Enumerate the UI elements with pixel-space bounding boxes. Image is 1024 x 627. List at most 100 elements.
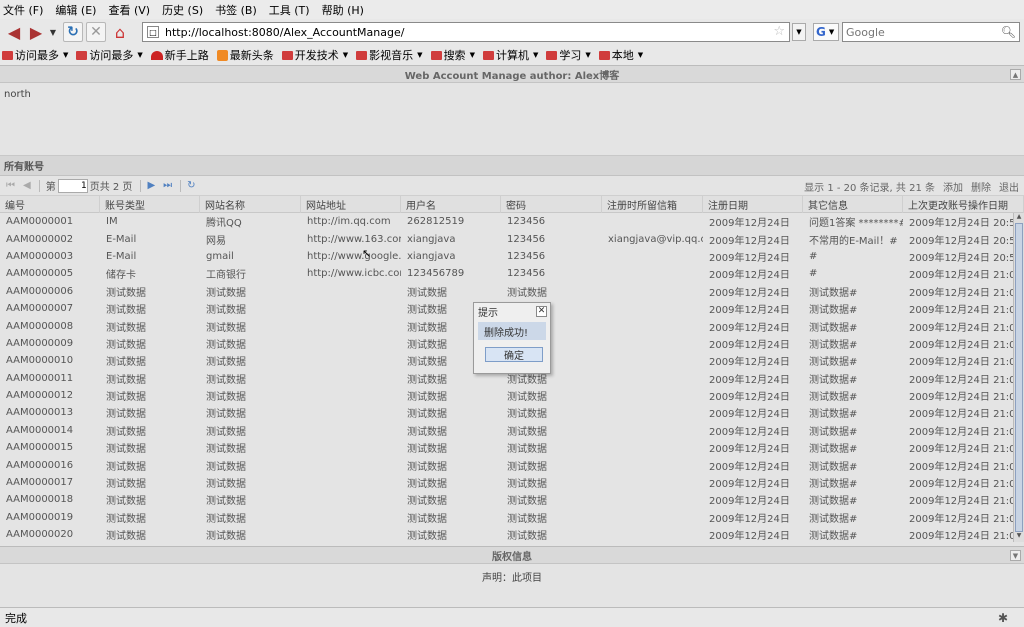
close-icon[interactable]: ✕	[536, 306, 547, 317]
next-page-icon[interactable]: ▶	[147, 180, 155, 191]
bookmark-item[interactable]: 计算机 ▼	[482, 47, 538, 63]
table-cell: AAM0000006	[6, 285, 74, 297]
north-panel-header: Web Account Manage author: Alex博客 ▲	[0, 66, 1024, 83]
column-header[interactable]: 网站地址	[301, 196, 401, 213]
scrollbar-thumb[interactable]	[1015, 223, 1023, 532]
table-cell: 不常用的E-Mail！#	[809, 235, 898, 247]
table-row[interactable]: AAM0000016 测试数据 测试数据 测试数据 测试数据 2009年12月24日 测试数…	[0, 456, 1024, 473]
table-cell: 2009年12月24日	[709, 426, 790, 438]
search-input[interactable]	[846, 25, 996, 39]
table-cell: 测试数据	[206, 531, 246, 542]
table-row[interactable]: AAM0000013 测试数据 测试数据 测试数据 测试数据 2009年12月24日 测试数…	[0, 404, 1024, 421]
url-text[interactable]: http://localhost:8080/Alex_AccountManage…	[165, 26, 404, 39]
table-cell: 2009年12月24日	[709, 479, 790, 491]
bookmark-star-icon[interactable]: ☆	[773, 24, 785, 39]
menu-item[interactable]: 文件 (F)	[3, 2, 43, 18]
scroll-up-icon[interactable]: ▲	[1014, 213, 1024, 223]
table-row[interactable]: AAM0000012 测试数据 测试数据 测试数据 测试数据 2009年12月24日 测试数…	[0, 387, 1024, 404]
delete-button[interactable]: 删除	[971, 179, 991, 194]
scroll-down-icon[interactable]: ▼	[1014, 532, 1024, 542]
table-row[interactable]: AAM0000001 IM 腾讯QQ http://im.qq.com 26281251…	[0, 213, 1024, 230]
menu-item[interactable]: 工具 (T)	[269, 2, 310, 18]
south-panel-body: 声明：此项目	[482, 573, 542, 584]
table-row[interactable]: AAM0000018 测试数据 测试数据 测试数据 测试数据 2009年12月24日 测试数…	[0, 491, 1024, 508]
table-cell: AAM0000007	[6, 303, 74, 315]
table-cell: 测试数据#	[809, 409, 858, 421]
ok-button[interactable]: 确定	[485, 347, 543, 362]
table-cell: http://www.icbc.com.cn	[307, 268, 401, 280]
table-cell: 测试数据	[106, 409, 146, 421]
table-row[interactable]: AAM0000020 测试数据 测试数据 测试数据 测试数据 2009年12月24日 测试数…	[0, 526, 1024, 542]
column-header[interactable]: 用户名	[401, 196, 501, 213]
back-arrow-icon[interactable]: ◀	[3, 21, 25, 43]
bookmark-item[interactable]: 最新头条	[216, 47, 274, 63]
exit-button[interactable]: 退出	[999, 179, 1019, 194]
table-cell: 2009年12月24日 21:0	[909, 531, 1016, 542]
search-icon[interactable]: 🔍︎	[1001, 25, 1016, 39]
bookmark-item[interactable]: 学习 ▼	[546, 47, 591, 63]
bookmark-item[interactable]: 影视音乐 ▼	[356, 47, 423, 63]
table-cell: 测试数据	[407, 461, 447, 473]
table-row[interactable]: AAM0000002 E-Mail 网易 http://www.163.com xian…	[0, 230, 1024, 247]
url-dropdown-icon[interactable]: ▼	[792, 23, 806, 41]
table-cell: 123456	[507, 268, 546, 280]
bookmark-item[interactable]: 搜索 ▼	[430, 47, 475, 63]
prev-page-icon[interactable]: ◀	[23, 180, 31, 191]
menu-item[interactable]: 书签 (B)	[215, 2, 257, 18]
menu-item[interactable]: 历史 (S)	[162, 2, 203, 18]
search-engine-selector[interactable]: G ▼	[813, 23, 839, 41]
column-header[interactable]: 其它信息	[803, 196, 903, 213]
url-bar[interactable]: □ http://localhost:8080/Alex_AccountMana…	[142, 22, 790, 42]
table-cell: 2009年12月24日 20:5	[909, 235, 1016, 247]
table-cell: 2009年12月24日	[709, 409, 790, 421]
table-row[interactable]: AAM0000019 测试数据 测试数据 测试数据 测试数据 2009年12月24日 测试数…	[0, 509, 1024, 526]
table-row[interactable]: AAM0000015 测试数据 测试数据 测试数据 测试数据 2009年12月24日 测试数…	[0, 439, 1024, 456]
last-page-icon[interactable]: ⏭︎	[163, 180, 172, 191]
south-panel-title: 版权信息	[492, 551, 532, 563]
column-header[interactable]: 编号	[0, 196, 100, 213]
menu-item[interactable]: 查看 (V)	[108, 2, 150, 18]
column-header[interactable]: 注册时所留信箱	[602, 196, 703, 213]
forward-arrow-icon[interactable]: ▶	[25, 21, 47, 43]
table-row[interactable]: AAM0000017 测试数据 测试数据 测试数据 测试数据 2009年12月24日 测试数…	[0, 474, 1024, 491]
collapse-down-icon[interactable]: ▼	[1010, 550, 1021, 561]
table-cell: AAM0000018	[6, 494, 74, 506]
history-dropdown-icon[interactable]: ▼	[47, 21, 59, 43]
bookmark-item[interactable]: 新手上路	[150, 47, 209, 63]
table-row[interactable]: AAM0000006 测试数据 测试数据 测试数据 测试数据 2009年12月24日 测试数…	[0, 283, 1024, 300]
collapse-up-icon[interactable]: ▲	[1010, 69, 1021, 80]
table-cell: AAM0000020	[6, 529, 74, 541]
column-header[interactable]: 注册日期	[703, 196, 803, 213]
menu-item[interactable]: 帮助 (H)	[322, 2, 364, 18]
bookmark-item[interactable]: 开发技术 ▼	[281, 47, 348, 63]
firebug-icon[interactable]: ✱	[998, 611, 1008, 625]
table-cell: AAM0000009	[6, 337, 74, 349]
folder-icon	[76, 50, 88, 60]
north-panel-title: Web Account Manage author: Alex博客	[404, 70, 620, 82]
bookmark-label: 访问最多	[15, 49, 59, 62]
vertical-scrollbar[interactable]: ▲ ▼	[1013, 213, 1024, 542]
bookmark-item[interactable]: 本地 ▼	[598, 47, 643, 63]
column-header[interactable]: 网站名称	[200, 196, 301, 213]
column-header[interactable]: 上次更改账号操作日期	[903, 196, 1024, 213]
menu-item[interactable]: 编辑 (E)	[55, 2, 96, 18]
search-box[interactable]: 🔍︎	[842, 22, 1020, 42]
table-row[interactable]: AAM0000005 储存卡 工商银行 http://www.icbc.com.cn 1…	[0, 265, 1024, 282]
dialog-title: 提示	[478, 308, 498, 319]
first-page-icon[interactable]: ⏮︎	[6, 180, 15, 191]
stop-icon[interactable]: ✕	[86, 22, 106, 42]
refresh-icon[interactable]: ↻	[187, 180, 195, 191]
column-header[interactable]: 密码	[501, 196, 602, 213]
table-row[interactable]: AAM0000003 E-Mail gmail http://www.google.c…	[0, 248, 1024, 265]
table-cell: 2009年12月24日 21:0	[909, 322, 1016, 334]
home-icon[interactable]: ⌂	[109, 21, 131, 43]
page-number-input[interactable]	[57, 178, 88, 193]
column-header[interactable]: 账号类型	[100, 196, 200, 213]
add-button[interactable]: 添加	[943, 179, 963, 194]
bookmark-item[interactable]: 访问最多 ▼	[2, 47, 68, 63]
table-row[interactable]: AAM0000014 测试数据 测试数据 测试数据 测试数据 2009年12月24日 测试数…	[0, 422, 1024, 439]
bookmark-label: 本地	[611, 49, 634, 62]
reload-icon[interactable]: ↻	[63, 22, 83, 42]
table-cell: 2009年12月24日 21:0	[909, 479, 1016, 491]
bookmark-item[interactable]: 访问最多 ▼	[76, 47, 143, 63]
